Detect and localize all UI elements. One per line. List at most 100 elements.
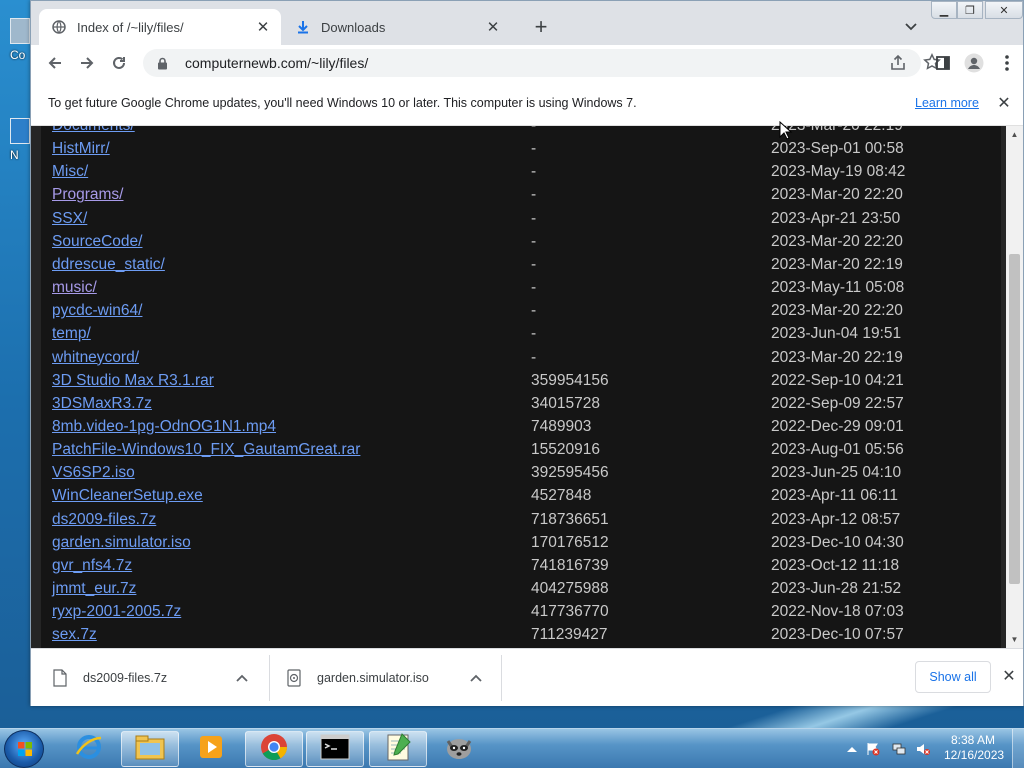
file-link[interactable]: pycdc-win64/ [52,302,142,320]
file-date: 2023-May-11 05:08 [771,279,905,297]
file-explorer-icon [134,733,166,766]
file-link[interactable]: ddrescue_static/ [52,256,165,274]
download-item[interactable]: garden.simulator.iso [287,657,485,699]
taskbar-app-raccoon[interactable] [430,731,488,767]
url-text[interactable]: computernewb.com/~lily/files/ [185,55,368,71]
file-link[interactable]: HistMirr/ [52,140,110,158]
infobar-message: To get future Google Chrome updates, you… [48,96,637,110]
forward-arrow-icon[interactable] [75,51,99,75]
desktop-icon-network[interactable]: N [10,118,32,162]
file-link[interactable]: Programs/ [52,186,124,204]
address-bar[interactable]: computernewb.com/~lily/files/ [143,49,941,77]
tray-expand-arrow-icon[interactable] [845,742,859,756]
file-row: whitneycord/ - 2023-Mar-20 22:19 [41,349,1001,372]
scroll-up-arrow-icon[interactable]: ▲ [1006,126,1023,143]
file-link[interactable]: 3DSMaxR3.7z [52,395,152,413]
file-link[interactable]: SourceCode/ [52,233,142,251]
file-link[interactable]: WinCleanerSetup.exe [52,487,203,505]
file-row: Programs/ - 2023-Mar-20 22:20 [41,186,1001,209]
taskbar-app-media-player[interactable] [182,731,240,767]
scrollbar-thumb[interactable] [1009,254,1020,584]
file-link[interactable]: garden.simulator.iso [52,534,191,552]
file-link[interactable]: sex.7z [52,626,97,644]
taskbar-app-file-explorer[interactable] [121,731,179,767]
maximize-button[interactable]: ❐ [957,1,983,19]
browser-window: Index of /~lily/files/ ✕ Downloads ✕ + ▁… [30,0,1024,706]
clock-date: 12/16/2023 [944,748,1005,762]
file-link[interactable]: SSX/ [52,210,87,228]
file-link[interactable]: temp/ [52,325,91,343]
close-tab-icon[interactable]: ✕ [483,17,503,37]
file-link[interactable]: music/ [52,279,97,297]
file-link[interactable]: jmmt_eur.7z [52,580,136,598]
desktop-icon-computer[interactable]: Co [10,18,32,62]
scroll-down-arrow-icon[interactable]: ▼ [1006,631,1023,648]
file-size: 718736651 [531,510,609,528]
start-button[interactable] [4,730,44,768]
file-link[interactable]: VS6SP2.iso [52,464,135,482]
file-size: 359954156 [531,371,609,389]
close-tab-icon[interactable]: ✕ [253,17,273,37]
show-desktop-button[interactable] [1012,729,1024,768]
taskbar-app-chrome[interactable] [245,731,303,767]
lock-icon[interactable] [155,56,169,70]
file-size: 417736770 [531,603,609,621]
file-link[interactable]: gvr_nfs4.7z [52,557,132,575]
network-icon [10,118,30,144]
minimize-button[interactable]: ▁ [931,1,957,19]
taskbar-app-command-prompt[interactable] [306,731,364,767]
file-size: 741816739 [531,556,609,574]
infobar-close-icon[interactable]: ✕ [996,95,1012,112]
file-link[interactable]: Misc/ [52,163,88,181]
back-arrow-icon[interactable] [43,51,67,75]
learn-more-link[interactable]: Learn more [915,96,979,110]
taskbar-app-notepad[interactable] [369,731,427,767]
file-size: - [531,279,537,297]
file-link[interactable]: ryxp-2001-2005.7z [52,603,181,621]
taskbar-app-internet-explorer[interactable] [60,731,118,767]
chevron-up-icon[interactable] [233,669,251,687]
file-date: 2023-Aug-01 05:56 [771,441,904,459]
file-size: 711239427 [531,626,608,644]
tab-search-chevron-icon[interactable] [901,17,921,37]
tab-downloads[interactable]: Downloads ✕ [283,9,511,45]
file-link[interactable]: whitneycord/ [52,349,139,367]
new-tab-button[interactable]: + [529,14,553,39]
file-row: 3D Studio Max R3.1.rar 359954156 2022-Sep-… [41,372,1001,395]
file-row: ddrescue_static/ - 2023-Mar-20 22:19 [41,256,1001,279]
file-size: - [531,126,536,135]
side-panel-icon[interactable] [931,51,955,75]
share-icon[interactable] [889,54,907,72]
taskbar: 8:38 AM 12/16/2023 [0,728,1024,768]
system-clock[interactable]: 8:38 AM 12/16/2023 [944,733,1005,763]
page-scrollbar[interactable]: ▲ ▼ [1006,126,1023,648]
action-center-flag-icon[interactable] [866,742,880,756]
downloads-shelf: ds2009-files.7z garden.simulator.iso Sho… [31,648,1023,706]
profile-avatar-icon[interactable] [962,51,986,75]
shelf-close-icon[interactable]: ✕ [1001,668,1017,685]
file-row: WinCleanerSetup.exe 4527848 2023-Apr-11 06… [41,487,1001,510]
file-date: 2023-Jun-25 04:10 [771,464,902,482]
file-date: 2023-Apr-21 23:50 [771,209,901,227]
tab-label: Downloads [321,19,386,35]
download-item[interactable]: ds2009-files.7z [53,657,251,699]
show-all-button[interactable]: Show all [915,661,991,693]
file-date: 2023-May-19 08:42 [771,163,906,181]
file-row: SourceCode/ - 2023-Mar-20 22:20 [41,233,1001,256]
file-icon [53,669,69,687]
volume-muted-icon[interactable] [916,742,930,756]
reload-icon[interactable] [107,51,131,75]
clock-time: 8:38 AM [950,733,996,747]
tab-index-files[interactable]: Index of /~lily/files/ ✕ [39,9,281,45]
window-close-button[interactable]: ✕ [985,1,1023,19]
file-link[interactable]: ds2009-files.7z [52,511,156,529]
file-link[interactable]: 8mb.video-1pg-OdnOG1N1.mp4 [52,418,276,436]
file-link[interactable]: Documents/ [52,126,135,135]
file-link[interactable]: PatchFile-Windows10_FIX_GautamGreat.rar [52,441,360,459]
network-tray-icon[interactable] [892,742,906,756]
chevron-up-icon[interactable] [467,669,485,687]
file-link[interactable]: 3D Studio Max R3.1.rar [52,372,214,390]
file-row: Documents/-2023-Mar-20 22:19 [41,126,1001,140]
menu-kebab-icon[interactable] [995,51,1019,75]
file-row: ds2009-files.7z 718736651 2023-Apr-12 08:5… [41,511,1001,534]
